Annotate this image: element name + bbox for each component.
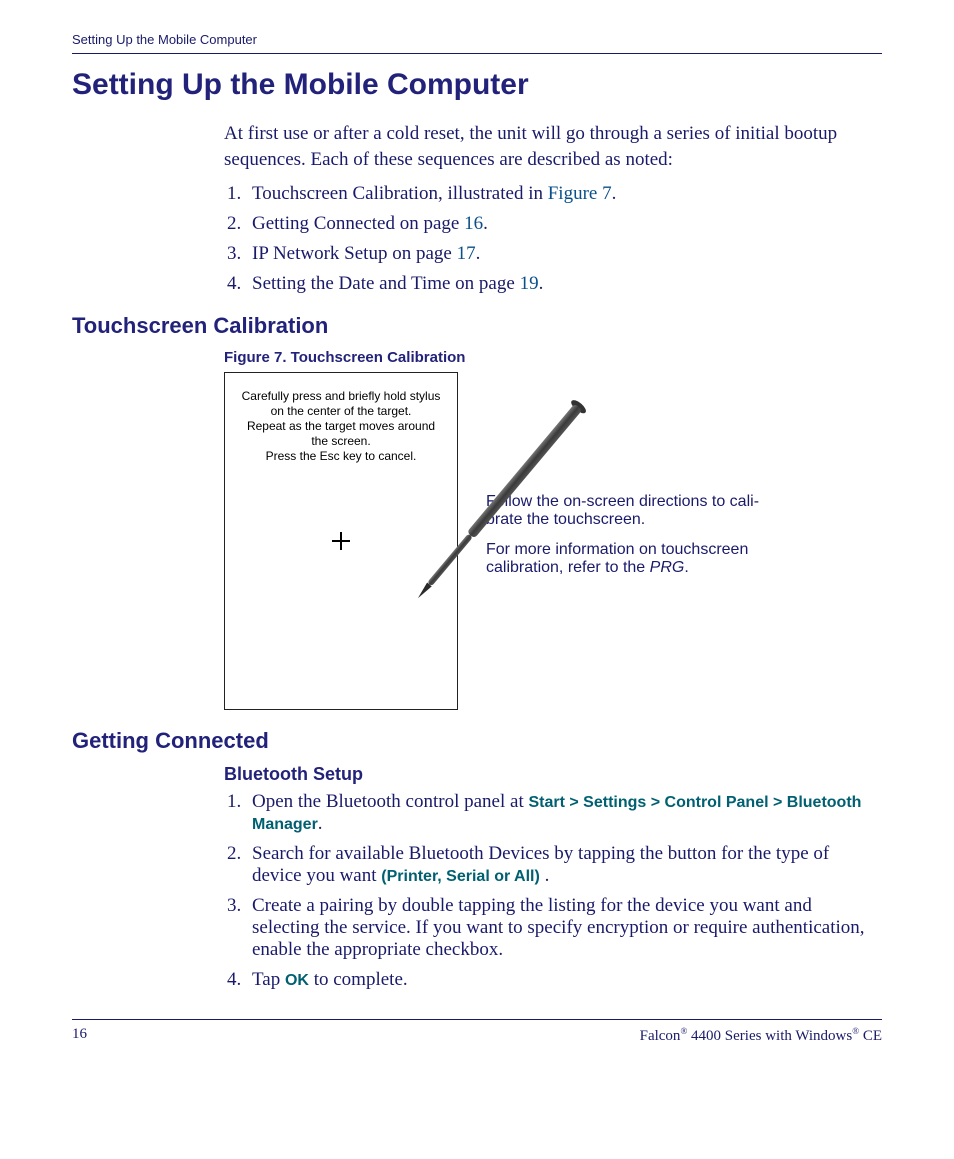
product-name: Falcon® 4400 Series with Windows® CE	[640, 1026, 882, 1045]
text: .	[540, 865, 550, 886]
line: Carefully press and briefly hold stylus	[242, 389, 441, 403]
page-xref[interactable]: 19	[520, 273, 539, 294]
page-xref[interactable]: 17	[457, 243, 476, 264]
list-item: Setting the Date and Time on page 19.	[246, 273, 882, 295]
list-item: Tap OK to complete.	[246, 969, 882, 991]
bluetooth-steps: Open the Bluetooth control panel at Star…	[224, 791, 882, 991]
text: Tap	[252, 969, 285, 990]
line: Repeat as the target moves around	[247, 419, 435, 433]
calibration-instructions: Carefully press and briefly hold stylus …	[225, 389, 457, 464]
text: Setting the Date and Time on page	[252, 273, 520, 294]
text: Getting Connected on page	[252, 213, 464, 234]
page-number: 16	[72, 1026, 87, 1045]
text: Touchscreen Calibration, illustrated in	[252, 183, 548, 204]
line: on the center of the target.	[271, 404, 412, 418]
section-heading-touchscreen: Touchscreen Calibration	[72, 313, 882, 339]
page-footer: 16 Falcon® 4400 Series with Windows® CE	[72, 1019, 882, 1045]
list-item: Search for available Bluetooth Devices b…	[246, 843, 882, 887]
list-item: Create a pairing by double tapping the l…	[246, 895, 882, 961]
figure-row: Carefully press and briefly hold stylus …	[224, 372, 882, 710]
text: .	[318, 813, 323, 834]
figure-side-note: Follow the on-screen directions to cali­…	[486, 493, 776, 589]
running-header: Setting Up the Mobile Computer	[72, 32, 882, 47]
calibration-screenshot: Carefully press and briefly hold stylus …	[224, 372, 458, 710]
figure-caption: Figure 7. Touchscreen Calibration	[224, 349, 882, 366]
list-item: Touchscreen Calibration, illustrated in …	[246, 183, 882, 205]
text: CE	[859, 1028, 882, 1044]
list-item: Getting Connected on page 16.	[246, 213, 882, 235]
text: .	[684, 559, 688, 576]
section-heading-connected: Getting Connected	[72, 728, 882, 754]
ui-option: (Printer, Serial or All)	[381, 868, 540, 885]
subsection-bluetooth: Bluetooth Setup	[224, 764, 882, 785]
text: .	[476, 243, 481, 264]
intro-paragraph: At first use or after a cold reset, the …	[224, 121, 882, 173]
sequence-list: Touchscreen Calibration, illustrated in …	[224, 183, 882, 295]
list-item: Open the Bluetooth control panel at Star…	[246, 791, 882, 835]
crosshair-icon	[332, 532, 350, 550]
note-paragraph: For more information on touchscreen cali…	[486, 541, 776, 577]
text: to complete.	[309, 969, 408, 990]
list-item: IP Network Setup on page 17.	[246, 243, 882, 265]
text: 4400 Series with Windows	[687, 1028, 852, 1044]
page-xref[interactable]: 16	[464, 213, 483, 234]
text: Falcon	[640, 1028, 681, 1044]
text: .	[483, 213, 488, 234]
header-rule	[72, 53, 882, 54]
figure-xref[interactable]: Figure 7	[548, 183, 612, 204]
page-title: Setting Up the Mobile Computer	[72, 68, 882, 102]
text: .	[612, 183, 617, 204]
text: For more information on touchscreen cali…	[486, 541, 748, 576]
text: Open the Bluetooth control panel at	[252, 791, 528, 812]
ok-label: OK	[285, 972, 309, 989]
line: the screen.	[311, 434, 370, 448]
note-paragraph: Follow the on-screen directions to cali­…	[486, 493, 776, 529]
text: Create a pairing by double tapping the l…	[252, 895, 865, 960]
line: Press the Esc key to cancel.	[266, 449, 417, 463]
text: .	[539, 273, 544, 294]
text: IP Network Setup on page	[252, 243, 457, 264]
prg-reference: PRG	[650, 559, 685, 576]
